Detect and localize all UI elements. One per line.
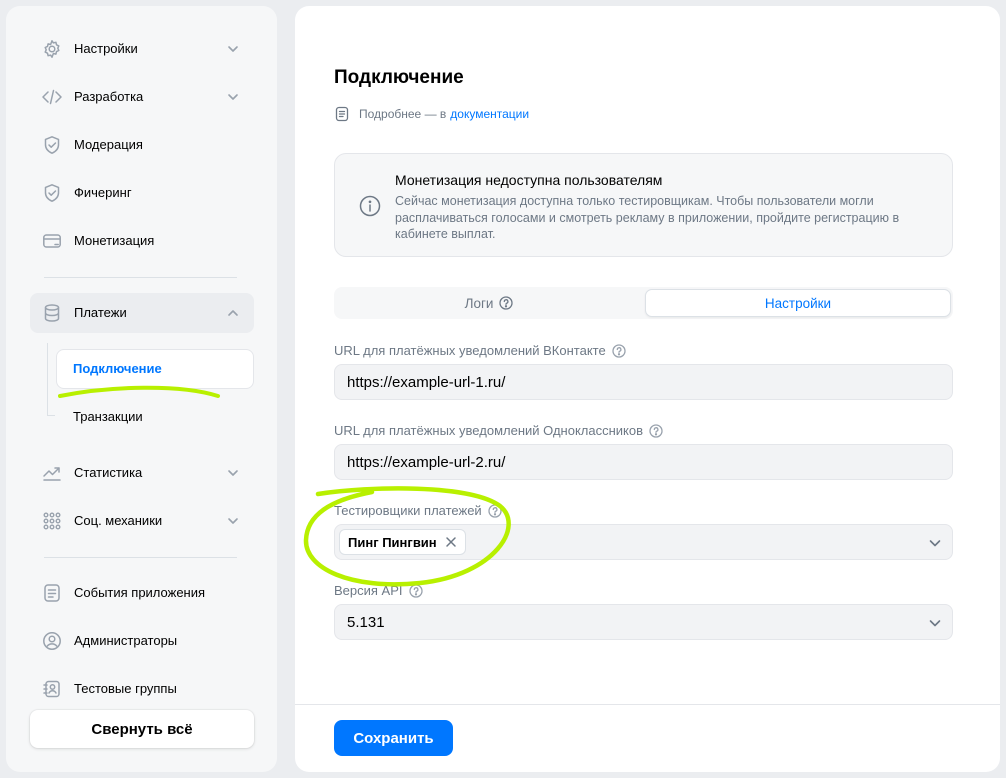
- question-icon[interactable]: [649, 423, 663, 438]
- sidebar-subitem-label: Транзакции: [73, 409, 143, 424]
- segmented-control: Логи Настройки: [334, 287, 953, 319]
- field-label-text: Версия API: [334, 583, 403, 598]
- tester-chip[interactable]: Пинг Пингвин: [339, 529, 466, 555]
- sidebar-item-label: Модерация: [74, 137, 143, 152]
- shield-icon: [44, 136, 60, 154]
- sidebar-item-payments[interactable]: Платежи: [30, 293, 254, 333]
- select-value: 5.131: [347, 614, 385, 631]
- testers-select[interactable]: Пинг Пингвин: [334, 524, 953, 560]
- contacts-icon: [43, 680, 60, 698]
- docs-hint: Подробнее — в документации: [334, 106, 529, 122]
- chevron-down-icon: [228, 94, 238, 100]
- field-label-text: URL для платёжных уведомлений ВКонтакте: [334, 343, 606, 358]
- api-version-label: Версия API: [334, 583, 423, 598]
- chevron-down-icon[interactable]: [928, 536, 942, 550]
- sidebar-item-label: Фичеринг: [74, 185, 132, 200]
- chevron-down-icon: [228, 46, 238, 52]
- docs-link[interactable]: документации: [450, 107, 529, 121]
- close-icon[interactable]: [445, 536, 457, 548]
- sidebar-subitem-transactions[interactable]: Транзакции: [56, 397, 254, 437]
- question-icon[interactable]: [408, 583, 423, 598]
- main-panel: Подключение Подробнее — в документации М…: [295, 6, 1000, 772]
- sidebar-item-label: Статистика: [74, 465, 143, 480]
- chevron-up-icon: [228, 310, 238, 316]
- field-label-text: URL для платёжных уведомлений Одноклассн…: [334, 423, 644, 438]
- database-icon: [44, 304, 60, 322]
- tab-label: Логи: [464, 295, 494, 311]
- save-button[interactable]: Сохранить: [334, 720, 453, 756]
- sidebar-divider: [44, 557, 237, 558]
- sidebar-item-administrators[interactable]: Администраторы: [30, 621, 254, 661]
- sidebar-item-label: Платежи: [74, 305, 127, 320]
- sidebar-item-social-mechanics[interactable]: Соц. механики: [30, 501, 254, 541]
- gear-icon: [44, 40, 60, 58]
- sidebar-item-moderation[interactable]: Модерация: [30, 125, 254, 165]
- sidebar-item-label: События приложения: [74, 585, 206, 600]
- sidebar-item-label: Администраторы: [74, 633, 178, 648]
- code-icon: [42, 89, 62, 105]
- sidebar: Настройки Разработка Модерация Фичеринг …: [6, 6, 277, 772]
- chevron-down-icon: [228, 518, 238, 524]
- sidebar-subitem-connection[interactable]: Подключение: [56, 349, 254, 389]
- tab-logs[interactable]: Логи: [336, 289, 642, 317]
- sidebar-item-settings[interactable]: Настройки: [30, 29, 254, 69]
- sidebar-item-label: Настройки: [74, 41, 138, 56]
- submenu-line: [47, 343, 48, 416]
- notice-title: Монетизация недоступна пользователям: [395, 172, 663, 188]
- footer-divider: [295, 704, 1000, 705]
- stats-icon: [43, 467, 61, 481]
- chevron-down-icon: [228, 470, 238, 476]
- ok-url-input[interactable]: [334, 444, 953, 480]
- page-title: Подключение: [334, 67, 464, 88]
- sidebar-item-label: Разработка: [74, 89, 144, 104]
- tab-label: Настройки: [764, 295, 832, 311]
- sidebar-item-featuring[interactable]: Фичеринг: [30, 173, 254, 213]
- ok-url-label: URL для платёжных уведомлений Одноклассн…: [334, 423, 663, 438]
- user-icon: [43, 632, 61, 650]
- sidebar-item-monetization[interactable]: Монетизация: [30, 221, 254, 261]
- card-icon: [43, 234, 61, 248]
- field-label-text: Тестировщики платежей: [334, 503, 482, 518]
- sidebar-item-label: Монетизация: [74, 233, 155, 248]
- testers-label: Тестировщики платежей: [334, 503, 502, 518]
- info-icon: [359, 195, 381, 217]
- vk-url-input[interactable]: [334, 364, 953, 400]
- sidebar-item-development[interactable]: Разработка: [30, 77, 254, 117]
- question-icon[interactable]: [488, 503, 502, 518]
- monetization-notice: Монетизация недоступна пользователям Сей…: [334, 153, 953, 257]
- sidebar-item-app-events[interactable]: События приложения: [30, 573, 254, 613]
- collapse-all-button[interactable]: Свернуть всё: [30, 710, 254, 748]
- sidebar-item-label: Тестовые группы: [74, 681, 177, 696]
- vk-url-label: URL для платёжных уведомлений ВКонтакте: [334, 343, 626, 358]
- shield-icon: [44, 184, 60, 202]
- document-icon: [44, 584, 60, 602]
- question-icon[interactable]: [499, 296, 514, 310]
- chip-label: Пинг Пингвин: [348, 534, 437, 550]
- dots-icon: [43, 512, 61, 530]
- sidebar-item-label: Соц. механики: [74, 513, 163, 528]
- question-icon[interactable]: [612, 343, 626, 358]
- sidebar-item-statistics[interactable]: Статистика: [30, 453, 254, 493]
- docs-hint-text: Подробнее — в: [359, 107, 447, 121]
- api-version-select[interactable]: 5.131: [334, 604, 953, 640]
- submenu-line-branch: [47, 415, 55, 416]
- tab-settings[interactable]: Настройки: [645, 289, 951, 317]
- sidebar-subitem-label: Подключение: [73, 361, 162, 376]
- notice-text: Сейчас монетизация доступна только тести…: [395, 194, 900, 241]
- chevron-down-icon[interactable]: [928, 616, 942, 630]
- sidebar-item-test-groups[interactable]: Тестовые группы: [30, 669, 254, 709]
- sidebar-divider: [44, 277, 237, 278]
- document-icon: [335, 106, 349, 122]
